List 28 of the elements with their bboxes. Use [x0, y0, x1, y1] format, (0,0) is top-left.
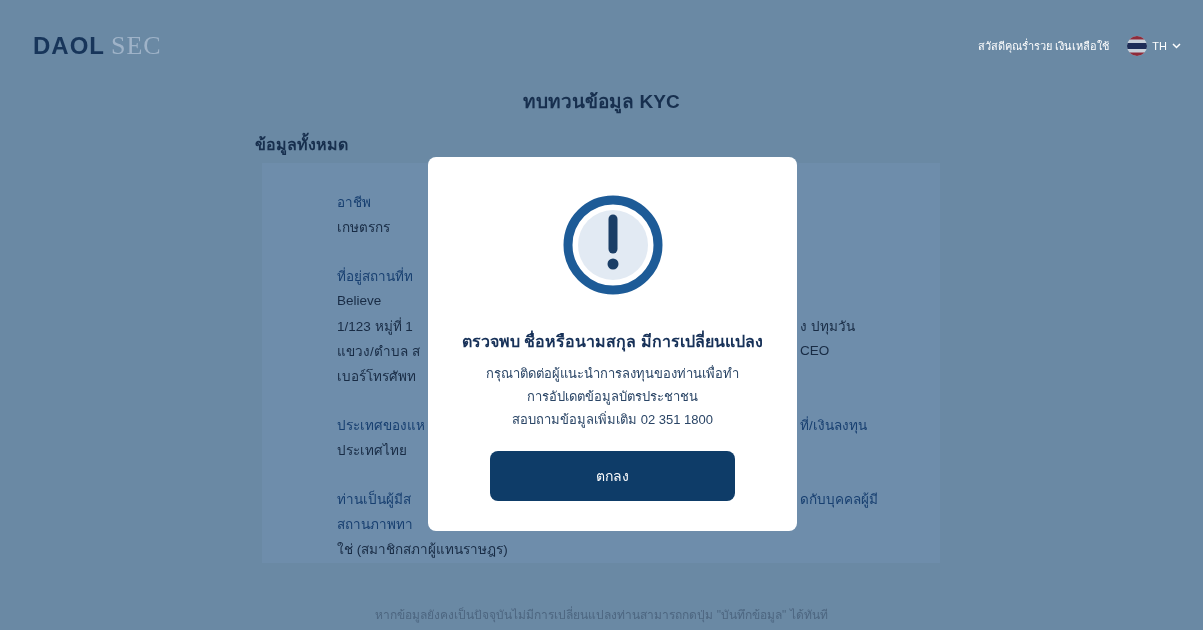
field-text: ประเทศของแห	[337, 416, 426, 435]
section-title: ข้อมูลทั้งหมด	[255, 132, 1203, 157]
dialog-message: สอบถามข้อมูลเพิ่มเติม 02 351 1800	[512, 410, 713, 430]
ok-button[interactable]: ตกลง	[490, 451, 735, 501]
language-selector[interactable]: TH	[1127, 36, 1181, 56]
field-text: ดกับบุคคลผู้มี	[800, 490, 879, 510]
warning-icon	[562, 195, 663, 295]
field-text: ประเทศไทย	[337, 441, 407, 460]
field-text: ใช่ (สมาชิกสภาผู้แทนราษฎร)	[337, 540, 508, 560]
flag-icon	[1127, 36, 1148, 56]
field-text: ง ปทุมวัน	[800, 317, 856, 337]
field-text: อาชีพ	[337, 193, 371, 212]
field-text: 1/123 หมู่ที่ 1	[337, 316, 414, 337]
field-text: สถานภาพทา	[337, 515, 413, 534]
field-text: Believe	[337, 293, 382, 308]
field-text: ที่/เงินลงทุน	[800, 415, 868, 436]
field-text: เกษตรกร	[337, 218, 390, 237]
chevron-down-icon	[1172, 43, 1181, 49]
field-text: แขวง/ตำบล ส	[337, 342, 421, 361]
field-text: ท่านเป็นผู้มีส	[337, 489, 412, 510]
page-title: ทบทวนข้อมูล KYC	[522, 90, 681, 116]
field-text: ที่อยู่สถานที่ท	[337, 266, 413, 287]
user-greeting: สวัสดีคุณร่ำรวย เงินเหลือใช้	[978, 37, 1110, 55]
dialog-message: กรุณาติดต่อผู้แนะนำการลงทุนของท่านเพื่อทำ	[486, 364, 739, 384]
field-text: CEO	[800, 343, 831, 358]
dialog-title: ตรวจพบ ชื่อหรือนามสกุล มีการเปลี่ยนแปลง	[462, 329, 763, 354]
dialog-message: การอัปเดตข้อมูลบัตรประชาชน	[527, 388, 698, 407]
field-text: เบอร์โทรศัพท	[337, 367, 416, 386]
